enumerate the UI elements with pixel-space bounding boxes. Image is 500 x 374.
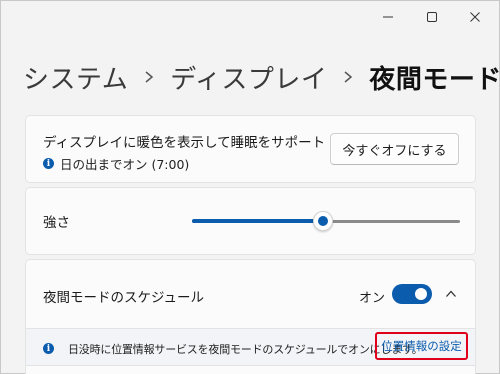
location-settings-link[interactable]: 位置情報の設定 bbox=[375, 332, 468, 360]
chevron-right-icon bbox=[144, 70, 154, 84]
location-info-bar: i 日没時に位置情報サービスを夜間モードのスケジュールでオンにします。 位置情報… bbox=[26, 328, 475, 366]
schedule-card: 夜間モードのスケジュール オン i 日没時に位置情報サービスを夜間モードのスケジ… bbox=[25, 259, 476, 374]
strength-slider[interactable] bbox=[192, 210, 460, 232]
minimize-button[interactable] bbox=[370, 5, 406, 29]
maximize-button[interactable] bbox=[414, 5, 450, 29]
settings-window: システム ディスプレイ 夜間モード ディスプレイに暖色を表示して睡眠をサポート … bbox=[0, 0, 500, 374]
maximize-icon bbox=[427, 12, 437, 22]
chevron-right-icon bbox=[343, 70, 353, 84]
breadcrumb-item-system[interactable]: システム bbox=[23, 59, 128, 96]
page-title: 夜間モード bbox=[369, 64, 500, 95]
info-icon: i bbox=[43, 158, 54, 169]
strength-card: 強さ bbox=[25, 187, 476, 255]
slider-thumb[interactable] bbox=[313, 211, 334, 231]
schedule-toggle[interactable] bbox=[392, 284, 432, 304]
night-light-card: ディスプレイに暖色を表示して睡眠をサポート i 日の出までオン (7:00) 今… bbox=[25, 115, 476, 183]
slider-fill bbox=[192, 219, 324, 223]
breadcrumb: システム ディスプレイ 夜間モード bbox=[23, 57, 500, 97]
schedule-toggle-label: オン bbox=[359, 291, 386, 306]
schedule-label: 夜間モードのスケジュール bbox=[43, 290, 205, 306]
close-button[interactable] bbox=[457, 5, 493, 29]
info-icon: i bbox=[43, 343, 54, 354]
night-light-title: ディスプレイに暖色を表示して睡眠をサポート bbox=[43, 135, 326, 151]
turn-off-now-button[interactable]: 今すぐオフにする bbox=[330, 133, 459, 165]
toggle-knob bbox=[415, 288, 427, 300]
strength-label: 強さ bbox=[43, 215, 70, 231]
night-light-status-text: 日の出までオン (7:00) bbox=[60, 157, 190, 172]
close-icon bbox=[470, 12, 480, 22]
schedule-row[interactable]: 夜間モードのスケジュール オン bbox=[26, 260, 475, 328]
minimize-icon bbox=[383, 16, 393, 18]
chevron-up-icon[interactable] bbox=[445, 288, 457, 300]
breadcrumb-item-display[interactable]: ディスプレイ bbox=[170, 59, 327, 96]
location-info-text: 日没時に位置情報サービスを夜間モードのスケジュールでオンにします。 bbox=[68, 343, 423, 356]
night-light-status: i 日の出までオン (7:00) bbox=[43, 154, 189, 173]
